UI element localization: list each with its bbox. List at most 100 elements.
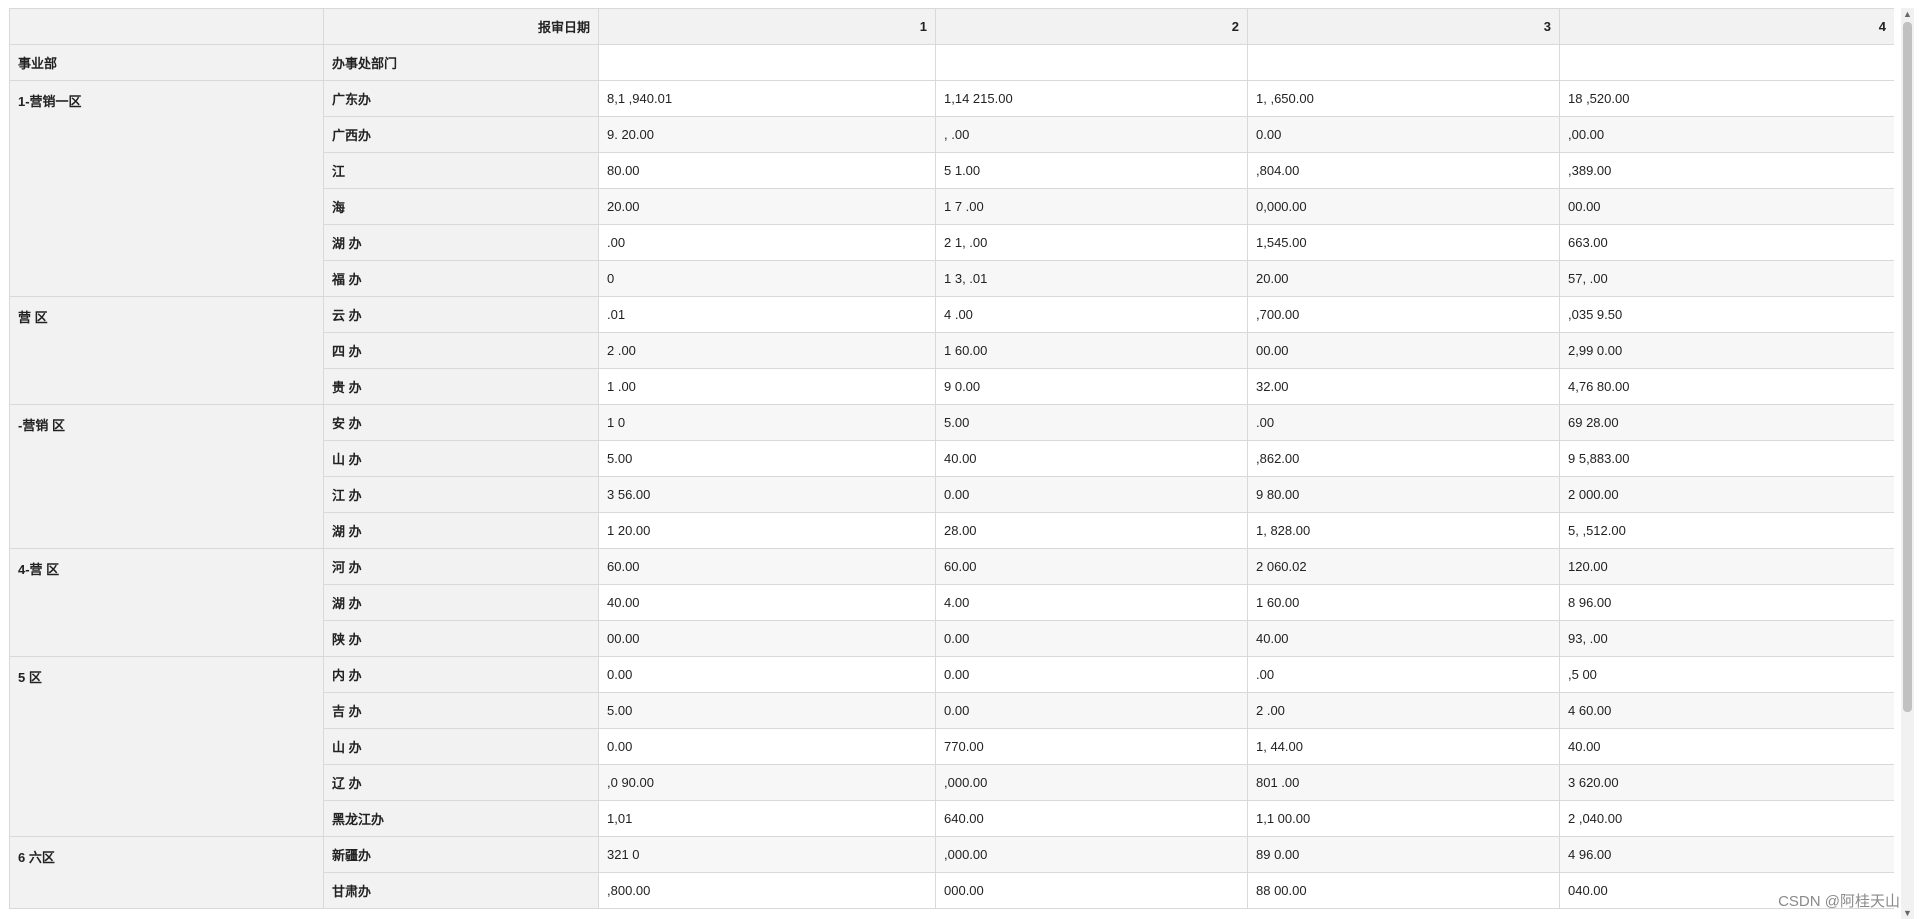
value-cell[interactable]: 1 60.00 xyxy=(935,332,1248,369)
office-cell[interactable]: 河 办 xyxy=(323,548,599,585)
header-dept-label[interactable]: 事业部 xyxy=(9,44,324,81)
value-cell[interactable]: 9 80.00 xyxy=(1247,476,1560,513)
value-cell[interactable]: 18 ,520.00 xyxy=(1559,80,1894,117)
value-cell[interactable]: 5.00 xyxy=(598,692,936,729)
value-cell[interactable]: 0.00 xyxy=(935,620,1248,657)
value-cell[interactable]: ,700.00 xyxy=(1247,296,1560,333)
office-cell[interactable]: 广东办 xyxy=(323,80,599,117)
value-cell[interactable]: 88 00.00 xyxy=(1247,872,1560,909)
value-cell[interactable]: ,000.00 xyxy=(935,836,1248,873)
office-cell[interactable]: 山 办 xyxy=(323,440,599,477)
office-cell[interactable]: 湖 办 xyxy=(323,512,599,549)
value-cell[interactable]: 1 0 xyxy=(598,404,936,441)
value-cell[interactable]: 60.00 xyxy=(935,548,1248,585)
value-cell[interactable]: 20.00 xyxy=(1247,260,1560,297)
value-cell[interactable]: 321 0 xyxy=(598,836,936,873)
value-cell[interactable]: , .00 xyxy=(935,116,1248,153)
value-cell[interactable]: 2 000.00 xyxy=(1559,476,1894,513)
value-cell[interactable]: 0 xyxy=(598,260,936,297)
value-cell[interactable]: 40.00 xyxy=(598,584,936,621)
value-cell[interactable]: 40.00 xyxy=(935,440,1248,477)
value-cell[interactable]: 60.00 xyxy=(598,548,936,585)
scrollbar-thumb[interactable] xyxy=(1903,22,1912,712)
column-header-1[interactable]: 1 xyxy=(598,8,936,45)
value-cell[interactable]: 1, ,650.00 xyxy=(1247,80,1560,117)
scroll-down-icon[interactable]: ▼ xyxy=(1901,907,1914,919)
column-header-3[interactable]: 3 xyxy=(1247,8,1560,45)
office-cell[interactable]: 山 办 xyxy=(323,728,599,765)
value-cell[interactable]: 3 620.00 xyxy=(1559,764,1894,801)
value-cell[interactable]: 2 060.02 xyxy=(1247,548,1560,585)
office-cell[interactable]: 辽 办 xyxy=(323,764,599,801)
value-cell[interactable]: 89 0.00 xyxy=(1247,836,1560,873)
office-cell[interactable]: 湖 办 xyxy=(323,584,599,621)
value-cell[interactable]: 8,1 ,940.01 xyxy=(598,80,936,117)
value-cell[interactable]: ,804.00 xyxy=(1247,152,1560,189)
office-cell[interactable]: 甘肃办 xyxy=(323,872,599,909)
value-cell[interactable]: 20.00 xyxy=(598,188,936,225)
header-date-label[interactable]: 报审日期 xyxy=(323,8,599,45)
value-cell[interactable]: 1 7 .00 xyxy=(935,188,1248,225)
value-cell[interactable]: 0.00 xyxy=(598,728,936,765)
value-cell[interactable]: 5.00 xyxy=(935,404,1248,441)
value-cell[interactable]: 32.00 xyxy=(1247,368,1560,405)
value-cell[interactable]: 663.00 xyxy=(1559,224,1894,261)
value-cell[interactable]: 57, .00 xyxy=(1559,260,1894,297)
value-cell[interactable]: 1 .00 xyxy=(598,368,936,405)
dept-cell[interactable]: 营 区 xyxy=(9,296,324,405)
value-cell[interactable]: 1, 44.00 xyxy=(1247,728,1560,765)
office-cell[interactable]: 云 办 xyxy=(323,296,599,333)
value-cell[interactable]: ,800.00 xyxy=(598,872,936,909)
value-cell[interactable]: 4 .00 xyxy=(935,296,1248,333)
value-cell[interactable]: 69 28.00 xyxy=(1559,404,1894,441)
value-cell[interactable]: 2 1, .00 xyxy=(935,224,1248,261)
value-cell[interactable]: 00.00 xyxy=(1559,188,1894,225)
value-cell[interactable]: 801 .00 xyxy=(1247,764,1560,801)
dept-cell[interactable]: -营销 区 xyxy=(9,404,324,549)
value-cell[interactable]: 3 56.00 xyxy=(598,476,936,513)
value-cell[interactable]: 1,14 215.00 xyxy=(935,80,1248,117)
office-cell[interactable]: 湖 办 xyxy=(323,224,599,261)
value-cell[interactable]: .01 xyxy=(598,296,936,333)
value-cell[interactable]: 1, 828.00 xyxy=(1247,512,1560,549)
value-cell[interactable]: .00 xyxy=(1247,404,1560,441)
value-cell[interactable]: 40.00 xyxy=(1247,620,1560,657)
value-cell[interactable]: 2 .00 xyxy=(598,332,936,369)
office-cell[interactable]: 广西办 xyxy=(323,116,599,153)
value-cell[interactable]: 0.00 xyxy=(598,656,936,693)
value-cell[interactable]: 00.00 xyxy=(598,620,936,657)
value-cell[interactable]: 2 .00 xyxy=(1247,692,1560,729)
header-office-label[interactable]: 办事处部门 xyxy=(323,44,599,81)
office-cell[interactable]: 陕 办 xyxy=(323,620,599,657)
value-cell[interactable]: 9 0.00 xyxy=(935,368,1248,405)
value-cell[interactable]: ,000.00 xyxy=(935,764,1248,801)
value-cell[interactable]: 1 20.00 xyxy=(598,512,936,549)
dept-cell[interactable]: 6 六区 xyxy=(9,836,324,909)
value-cell[interactable]: ,00.00 xyxy=(1559,116,1894,153)
value-cell[interactable]: 640.00 xyxy=(935,800,1248,837)
value-cell[interactable]: .00 xyxy=(1247,656,1560,693)
value-cell[interactable]: .00 xyxy=(598,224,936,261)
value-cell[interactable]: 9 5,883.00 xyxy=(1559,440,1894,477)
value-cell[interactable]: 770.00 xyxy=(935,728,1248,765)
value-cell[interactable]: ,862.00 xyxy=(1247,440,1560,477)
scroll-up-icon[interactable]: ▲ xyxy=(1901,8,1914,20)
office-cell[interactable]: 江 xyxy=(323,152,599,189)
value-cell[interactable]: 4 96.00 xyxy=(1559,836,1894,873)
value-cell[interactable]: 1,545.00 xyxy=(1247,224,1560,261)
value-cell[interactable]: 1,01 xyxy=(598,800,936,837)
value-cell[interactable]: 000.00 xyxy=(935,872,1248,909)
office-cell[interactable]: 新疆办 xyxy=(323,836,599,873)
value-cell[interactable]: 00.00 xyxy=(1247,332,1560,369)
value-cell[interactable]: 0.00 xyxy=(935,656,1248,693)
value-cell[interactable]: 4.00 xyxy=(935,584,1248,621)
value-cell[interactable]: 120.00 xyxy=(1559,548,1894,585)
value-cell[interactable]: ,0 90.00 xyxy=(598,764,936,801)
value-cell[interactable]: 40.00 xyxy=(1559,728,1894,765)
office-cell[interactable]: 海 xyxy=(323,188,599,225)
value-cell[interactable]: ,389.00 xyxy=(1559,152,1894,189)
office-cell[interactable]: 贵 办 xyxy=(323,368,599,405)
office-cell[interactable]: 吉 办 xyxy=(323,692,599,729)
value-cell[interactable]: 4 60.00 xyxy=(1559,692,1894,729)
dept-cell[interactable]: 5 区 xyxy=(9,656,324,837)
